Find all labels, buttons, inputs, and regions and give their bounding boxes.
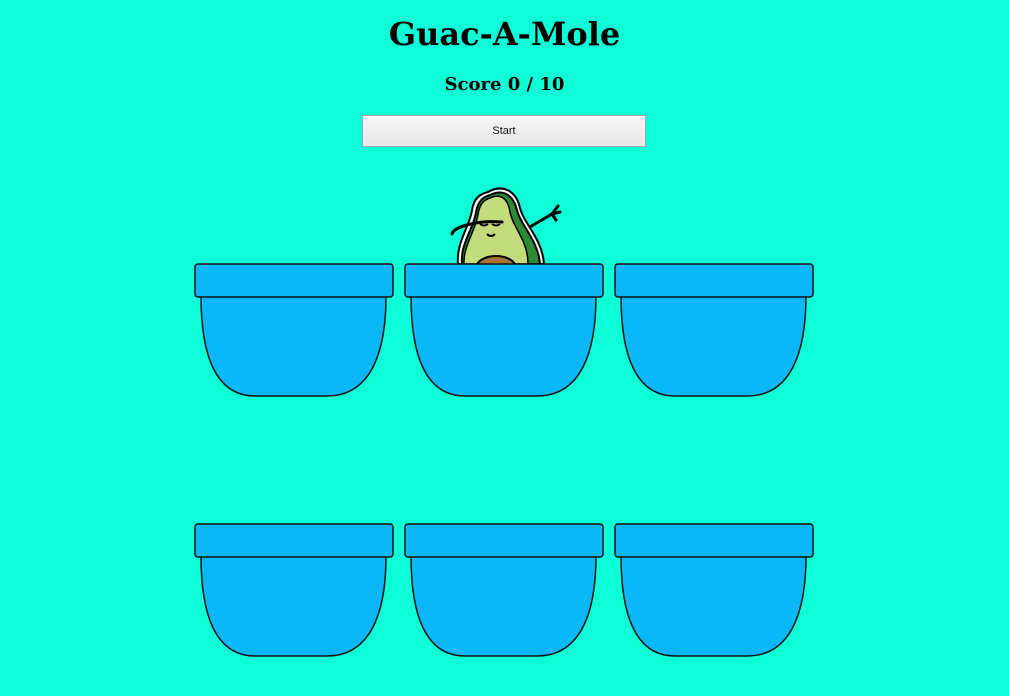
hole-3-pot[interactable] [613, 262, 817, 398]
avocado-mole[interactable] [440, 182, 570, 272]
game-title: Guac-A-Mole [388, 15, 621, 53]
avocado-arm-icon [526, 204, 562, 230]
hole-4-pot[interactable] [193, 522, 397, 658]
score-display: Score 0 / 10 [444, 74, 565, 95]
hole-2-pot[interactable] [403, 262, 607, 398]
hole-5-pot[interactable] [403, 522, 607, 658]
hole-1-pot[interactable] [193, 262, 397, 398]
start-button[interactable]: Start [362, 115, 646, 147]
hole-6-pot[interactable] [613, 522, 817, 658]
